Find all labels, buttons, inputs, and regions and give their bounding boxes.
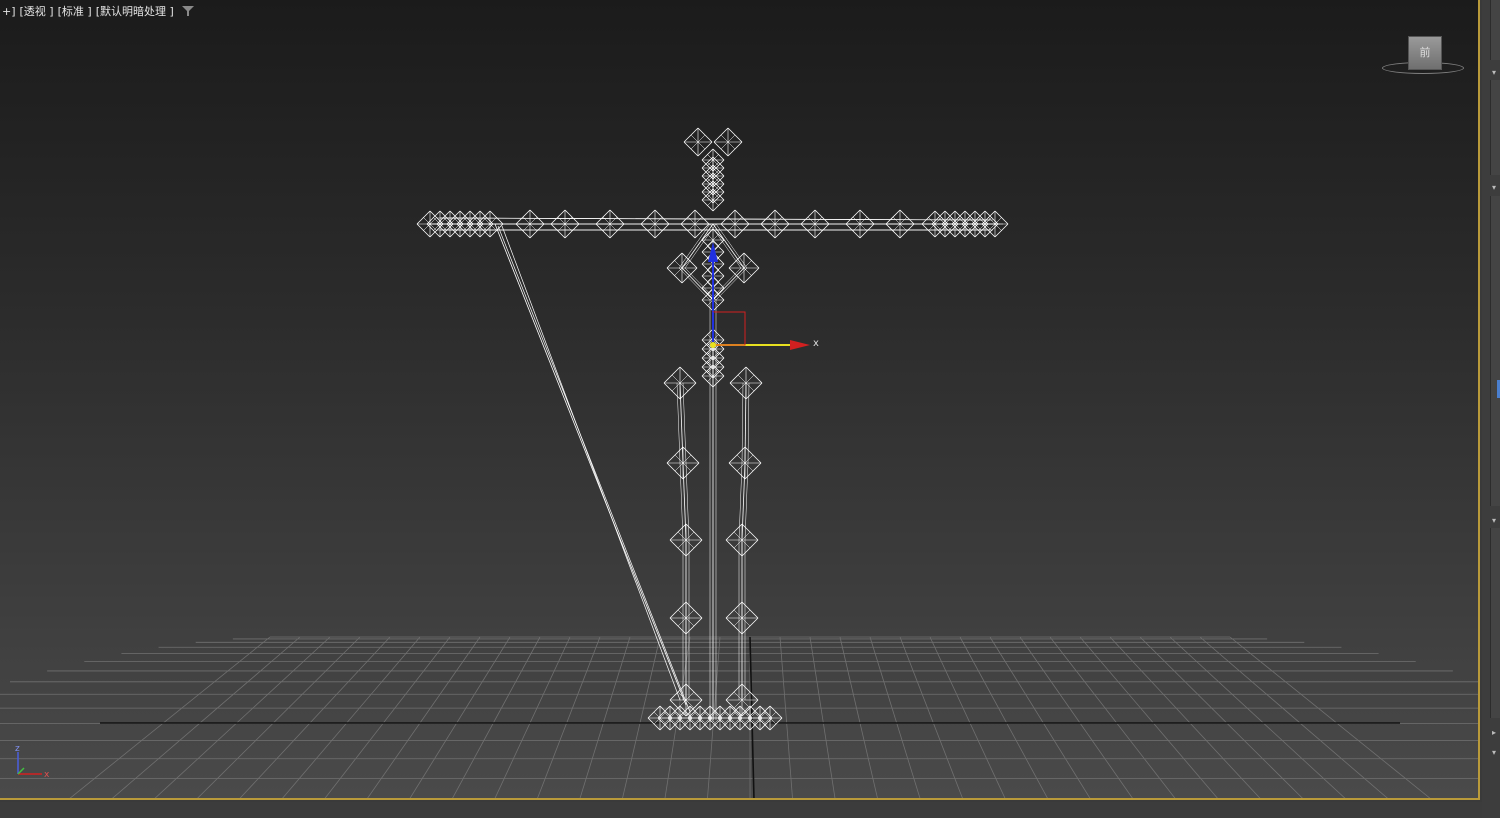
viewcube-icon[interactable]: 前 <box>1380 34 1466 78</box>
panel-rollout-2[interactable] <box>1490 80 1500 175</box>
viewport-menu-standard[interactable]: [标准 ] <box>58 3 92 19</box>
transform-gizmo-icon[interactable]: x <box>708 242 819 350</box>
tripod-x-label: x <box>44 770 50 780</box>
rollout-arrow-icon[interactable]: ▾ <box>1492 516 1496 525</box>
gizmo-x-label: x <box>813 338 819 349</box>
viewport-menu-shading[interactable]: [默认明暗处理 ] <box>96 3 174 19</box>
viewcube-front-face[interactable]: 前 <box>1408 36 1442 70</box>
rollout-arrow-icon[interactable]: ▾ <box>1492 748 1496 757</box>
bone-link[interactable] <box>682 618 690 700</box>
bone-joint[interactable] <box>757 705 783 731</box>
panel-rollout-4[interactable] <box>1490 528 1500 718</box>
rollout-arrow-icon[interactable]: ▸ <box>1492 728 1496 737</box>
bone-link[interactable] <box>741 382 750 464</box>
viewport-menu-perspective[interactable]: [透视 ] <box>20 3 54 19</box>
filter-icon[interactable] <box>181 5 194 17</box>
perspective-viewport[interactable]: x +] [透视 ] [标准 ] [默认明暗处理 ] 前 z x <box>0 0 1480 800</box>
viewport-menu-plus[interactable]: +] <box>2 5 16 18</box>
viewport-label-bar: +] [透视 ] [标准 ] [默认明暗处理 ] <box>2 3 194 19</box>
scene-canvas[interactable]: x <box>0 0 1480 800</box>
status-bar <box>0 802 1482 818</box>
bone-link[interactable] <box>738 618 746 700</box>
bone-link[interactable] <box>709 380 717 720</box>
command-panel-strip[interactable]: ▾ ▾ ▾ ▸ ▾ <box>1482 0 1500 818</box>
rollout-arrow-icon[interactable]: ▾ <box>1492 68 1496 77</box>
bone-link[interactable] <box>738 540 746 618</box>
panel-rollout-3[interactable] <box>1490 196 1500 506</box>
bone-joint[interactable] <box>683 127 713 157</box>
tripod-z-label: z <box>15 744 20 754</box>
panel-rollout-1[interactable] <box>1490 0 1500 60</box>
axis-tripod-icon: z x <box>15 744 50 780</box>
bone-joint[interactable] <box>713 127 743 157</box>
rollout-arrow-icon[interactable]: ▾ <box>1492 183 1496 192</box>
bone-link[interactable] <box>682 540 690 618</box>
skeleton-wireframe[interactable] <box>416 127 1009 731</box>
bone-link[interactable] <box>676 382 687 464</box>
